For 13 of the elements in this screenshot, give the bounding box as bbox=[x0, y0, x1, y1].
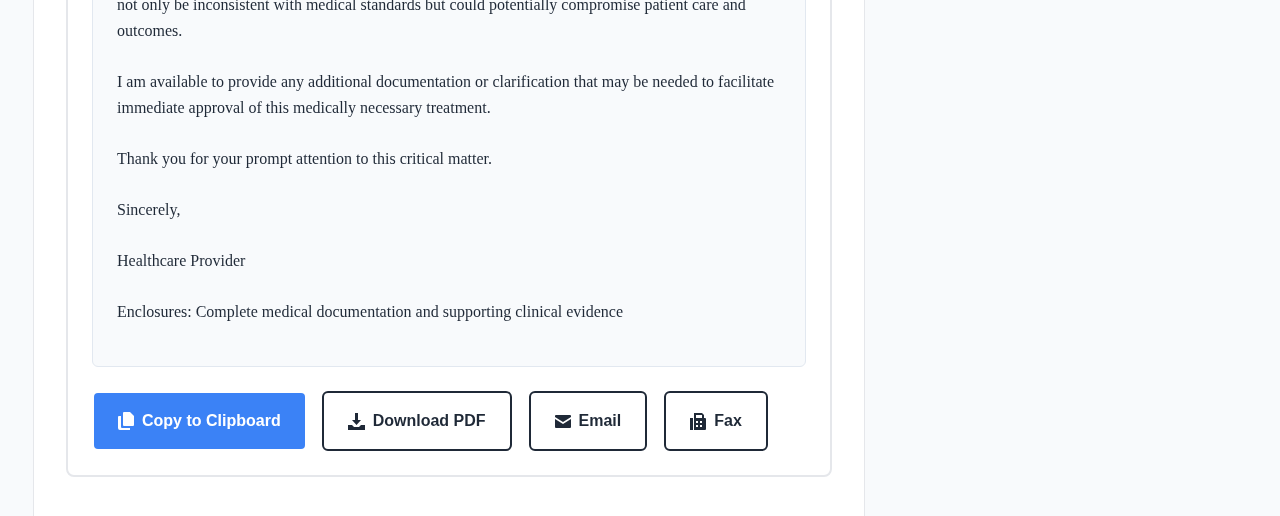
email-button[interactable]: Email bbox=[528, 391, 648, 451]
fax-icon bbox=[690, 412, 707, 430]
fax-button[interactable]: Fax bbox=[664, 391, 768, 451]
letter-paragraph: Thank you for your prompt attention to this critical matter. bbox=[117, 149, 494, 170]
copy-icon bbox=[118, 412, 134, 430]
letter-paragraph: Sincerely, bbox=[117, 200, 182, 221]
download-pdf-button[interactable]: Download PDF bbox=[321, 391, 512, 451]
letter-paragraph: I am available to provide any additional documentation or clarification that may be needed to facilitate immediate approval of this medically necessary treatment. bbox=[117, 72, 776, 119]
envelope-icon bbox=[554, 414, 571, 428]
letter-paragraph: Enclosures: Complete medical documentation and supporting clinical evidence bbox=[117, 302, 625, 323]
download-icon bbox=[347, 412, 365, 430]
letter-paragraph: Healthcare Provider bbox=[117, 251, 247, 271]
copy-to-clipboard-button[interactable]: Copy to Clipboard bbox=[94, 393, 305, 449]
